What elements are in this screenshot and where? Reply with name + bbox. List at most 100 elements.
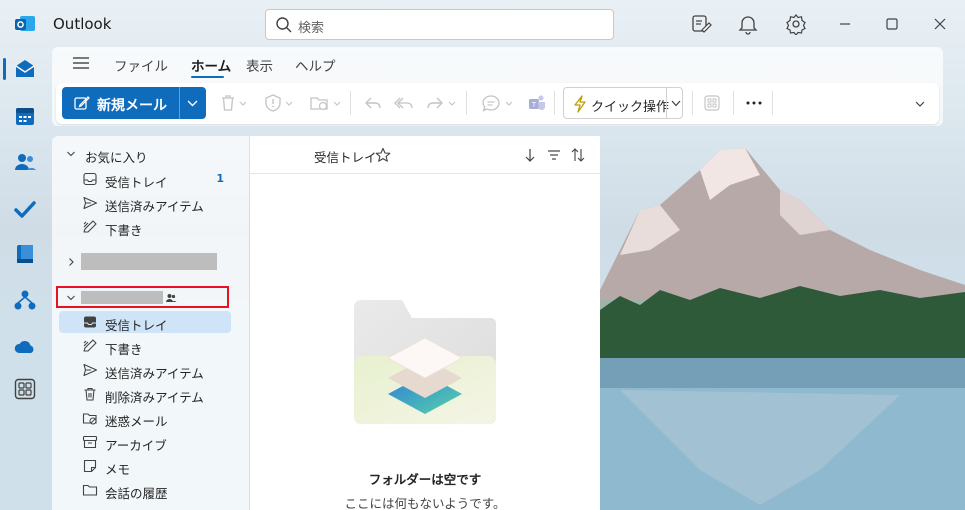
- inbox-icon: [84, 316, 96, 328]
- chevron-down-icon: [67, 151, 75, 157]
- folder-pane: お気に入り 受信トレイ 1 送信済みアイテム 下書き 受信トレイ 下書き 送信済…: [52, 136, 249, 510]
- chevron-down-icon[interactable]: [238, 93, 248, 113]
- folder-item-inbox[interactable]: 受信トレイ: [59, 311, 231, 333]
- favorites-label: お気に入り: [85, 150, 148, 165]
- app-rail: [0, 48, 50, 510]
- folder-label: 会話の履歴: [105, 486, 168, 501]
- apps-icon[interactable]: [13, 377, 37, 401]
- chevron-down-icon[interactable]: [671, 99, 681, 108]
- folder-label: アーカイブ: [105, 438, 167, 453]
- folder-item-junk[interactable]: 迷惑メール: [52, 407, 249, 429]
- folder-item-drafts[interactable]: 下書き: [52, 335, 249, 357]
- bookings-icon[interactable]: [13, 242, 37, 266]
- folder-item-notes[interactable]: メモ: [52, 455, 249, 477]
- delete-icon: [84, 387, 96, 401]
- tab-active-indicator: [191, 76, 224, 78]
- lightning-icon: [574, 95, 586, 113]
- sort-icon[interactable]: [570, 147, 586, 163]
- folder-item-deleted[interactable]: 削除済みアイテム: [52, 383, 249, 405]
- gear-icon[interactable]: [785, 13, 807, 35]
- tab-file[interactable]: ファイル: [114, 55, 168, 75]
- folder-item-favorite-inbox[interactable]: 受信トレイ 1: [52, 168, 249, 190]
- forward-icon[interactable]: [425, 93, 445, 113]
- expand-icon[interactable]: [913, 97, 927, 111]
- send-icon: [83, 196, 98, 210]
- close-icon[interactable]: [929, 13, 951, 35]
- whats-new-icon[interactable]: [690, 13, 712, 35]
- quick-steps-button[interactable]: クイック操作: [563, 87, 683, 119]
- tab-view[interactable]: 表示: [246, 55, 273, 75]
- tab-help[interactable]: ヘルプ: [295, 55, 336, 75]
- chevron-down-icon[interactable]: [284, 93, 294, 113]
- maximize-icon[interactable]: [881, 13, 903, 35]
- toolbar: 新規メール T クイック操作: [56, 83, 939, 124]
- tab-home[interactable]: ホーム: [191, 55, 231, 75]
- quick-steps-label: クイック操作: [591, 100, 670, 115]
- draft-icon: [83, 339, 97, 352]
- folder-label: 下書き: [105, 223, 143, 238]
- bell-icon[interactable]: [737, 13, 759, 35]
- message-list-header: 受信トレイ: [250, 136, 600, 174]
- star-icon[interactable]: [375, 147, 391, 163]
- favorites-group-header[interactable]: お気に入り: [52, 143, 249, 165]
- chat-icon[interactable]: [481, 93, 501, 113]
- people-icon[interactable]: [13, 150, 37, 174]
- folder-item-favorite-sent[interactable]: 送信済みアイテム: [52, 192, 249, 214]
- folder-label: 受信トレイ: [105, 175, 168, 190]
- note-icon: [83, 459, 97, 473]
- ribbon: ファイル ホーム 表示 ヘルプ 新規メール T クイック操作: [52, 47, 943, 126]
- compose-icon: [74, 96, 90, 110]
- chevron-down-icon[interactable]: [187, 98, 198, 108]
- chevron-down-icon[interactable]: [504, 93, 514, 113]
- chevron-down-icon[interactable]: [332, 93, 342, 113]
- folder-label: 受信トレイ: [105, 318, 168, 333]
- chevron-down-icon[interactable]: [447, 93, 457, 113]
- redacted-account-name: [81, 253, 217, 270]
- folder-item-favorite-drafts[interactable]: 下書き: [52, 216, 249, 238]
- rail-selection-indicator: [3, 58, 6, 80]
- empty-state-title: フォルダーは空です: [368, 472, 482, 487]
- new-mail-button[interactable]: 新規メール: [62, 87, 206, 119]
- unread-count: 1: [216, 172, 224, 185]
- folder-label: 送信済みアイテム: [105, 199, 204, 214]
- delete-icon[interactable]: [218, 93, 238, 113]
- teams-icon[interactable]: T: [527, 93, 547, 113]
- addins-icon[interactable]: [702, 93, 722, 113]
- folder-label: 送信済みアイテム: [105, 366, 204, 381]
- empty-state-subtitle: ここには何もないようです。: [344, 496, 506, 510]
- svg-text:T: T: [532, 102, 537, 109]
- report-icon[interactable]: [263, 93, 283, 113]
- folder-item-archive[interactable]: アーカイブ: [52, 431, 249, 453]
- highlight-box: [56, 286, 229, 308]
- search-box[interactable]: 検索: [265, 9, 614, 40]
- app-title: Outlook: [53, 15, 112, 33]
- collapsed-account-header[interactable]: [52, 251, 249, 273]
- draft-icon: [83, 220, 97, 233]
- more-icon[interactable]: [744, 93, 764, 113]
- move-icon[interactable]: [309, 93, 329, 113]
- minimize-icon[interactable]: [834, 13, 856, 35]
- menu-tabs: ファイル ホーム 表示 ヘルプ: [52, 47, 943, 79]
- folder-label: 削除済みアイテム: [105, 390, 204, 405]
- new-mail-label: 新規メール: [97, 98, 167, 114]
- org-icon[interactable]: [13, 288, 37, 312]
- folder-label: 下書き: [105, 342, 143, 357]
- arrow-down-icon[interactable]: [522, 147, 538, 163]
- filter-icon[interactable]: [546, 147, 562, 163]
- inbox-icon: [83, 172, 97, 186]
- message-list-title: 受信トレイ: [314, 150, 377, 165]
- calendar-icon[interactable]: [13, 104, 37, 128]
- todo-icon[interactable]: [13, 197, 37, 221]
- onedrive-icon[interactable]: [13, 335, 37, 359]
- mail-icon[interactable]: [13, 57, 37, 81]
- hamburger-menu-icon[interactable]: [72, 56, 90, 70]
- chevron-right-icon: [69, 258, 74, 266]
- folder-item-sent[interactable]: 送信済みアイテム: [52, 359, 249, 381]
- reply-icon[interactable]: [363, 93, 383, 113]
- empty-folder-illustration: [354, 300, 496, 424]
- folder-icon: [82, 484, 98, 496]
- archive-icon: [82, 435, 98, 449]
- search-placeholder: 検索: [298, 21, 325, 36]
- reply-all-icon[interactable]: [394, 93, 414, 113]
- folder-item-conversation-history[interactable]: 会話の履歴: [52, 479, 249, 501]
